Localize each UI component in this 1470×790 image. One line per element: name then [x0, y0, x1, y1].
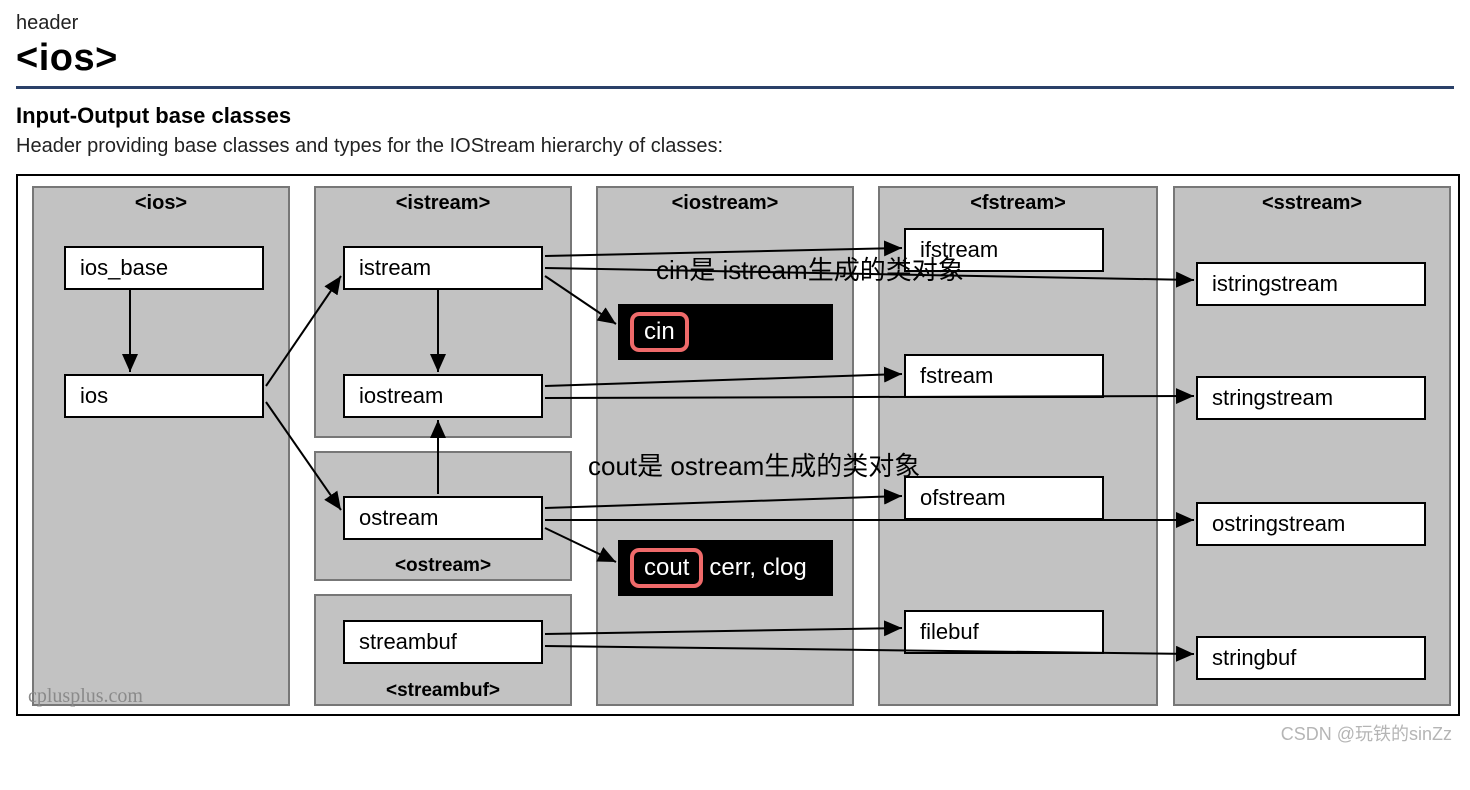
- node-fstream: fstream: [904, 354, 1104, 398]
- panel-streambuf-footer: <streambuf>: [316, 680, 570, 702]
- page-title: <ios>: [16, 37, 1454, 89]
- panel-ostream-footer: <ostream>: [316, 555, 570, 577]
- annotation-cin: cin是 istream生成的类对象: [656, 250, 964, 287]
- panel-istream-title: <istream>: [316, 188, 570, 221]
- panel-fstream-title: <fstream>: [880, 188, 1156, 221]
- node-streambuf: streambuf: [343, 620, 543, 664]
- panel-iostream-title: <iostream>: [598, 188, 852, 221]
- node-ostringstream: ostringstream: [1196, 502, 1426, 546]
- node-istringstream: istringstream: [1196, 262, 1426, 306]
- watermark-cplusplus: cplusplus.com: [28, 685, 143, 708]
- header-label: header: [16, 12, 1454, 35]
- node-ofstream: ofstream: [904, 476, 1104, 520]
- subtitle: Input-Output base classes: [16, 103, 1454, 129]
- iostream-hierarchy-diagram: <ios> <istream> <ostream> <streambuf> <i…: [16, 174, 1460, 716]
- node-ostream: ostream: [343, 496, 543, 540]
- node-cerr-clog: cerr, clog: [709, 554, 806, 582]
- node-ios-base: ios_base: [64, 246, 264, 290]
- watermark-csdn: CSDN @玩铁的sinZz: [1281, 720, 1452, 746]
- node-cout: cout cerr, clog: [618, 540, 833, 596]
- description: Header providing base classes and types …: [16, 135, 1454, 158]
- annotation-cout: cout是 ostream生成的类对象: [588, 446, 920, 483]
- highlight-cin: cin: [630, 312, 689, 352]
- node-stringbuf: stringbuf: [1196, 636, 1426, 680]
- node-iostream: iostream: [343, 374, 543, 418]
- panel-ios-title: <ios>: [34, 188, 288, 221]
- panel-sstream-title: <sstream>: [1175, 188, 1449, 221]
- node-istream: istream: [343, 246, 543, 290]
- node-stringstream: stringstream: [1196, 376, 1426, 420]
- highlight-cout: cout: [630, 548, 703, 588]
- node-filebuf: filebuf: [904, 610, 1104, 654]
- node-ios: ios: [64, 374, 264, 418]
- node-cin: cin: [618, 304, 833, 360]
